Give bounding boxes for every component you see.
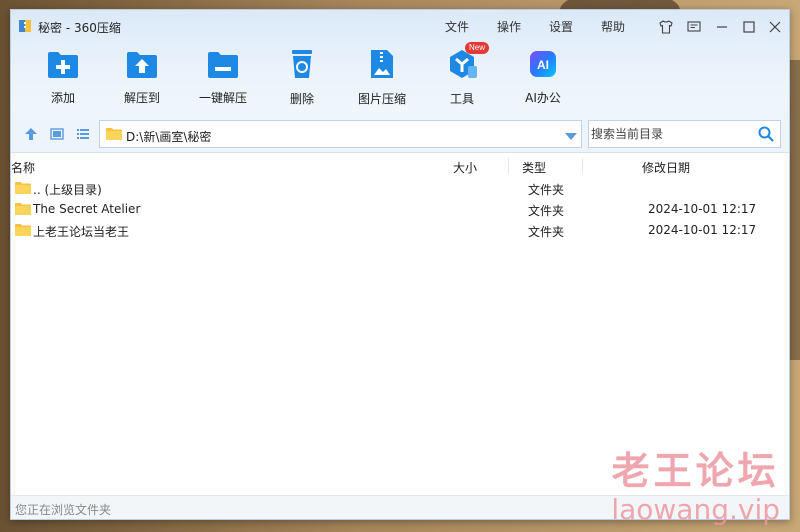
tools-icon: New [445, 42, 490, 80]
ai-office-icon: AI [526, 48, 560, 79]
delete-button[interactable]: 删除 [267, 48, 337, 106]
app-window: 秘密 - 360压缩 文件 操作 设置 帮助 添加 解压到 一键解压 删除 图片… [10, 9, 790, 520]
address-row: D:\新\画室\秘密 [11, 113, 789, 153]
file-modified: 2024-10-01 12:17 [648, 202, 757, 216]
image-compress-button[interactable]: 图片压缩 [347, 48, 417, 106]
tools-button[interactable]: New 工具 [427, 42, 497, 106]
tools-label: 工具 [449, 92, 474, 106]
menu-help[interactable]: 帮助 [601, 18, 625, 35]
file-type: 文件夹 [528, 225, 565, 239]
add-label: 添加 [50, 91, 75, 105]
list-item[interactable]: The Secret Atelier 文件夹 2024-10-01 12:17 [11, 199, 789, 220]
address-bar[interactable]: D:\新\画室\秘密 [99, 120, 582, 148]
skin-shirt-icon[interactable] [656, 17, 676, 37]
column-type[interactable]: 类型 [522, 159, 546, 176]
column-name[interactable]: 名称 [11, 159, 35, 176]
extract-to-button[interactable]: 解压到 [107, 48, 177, 106]
file-name: The Secret Atelier [33, 202, 141, 216]
file-name: 上老王论坛当老王 [33, 225, 130, 239]
extract-to-icon [125, 48, 159, 79]
file-modified: 2024-10-01 12:17 [648, 223, 757, 237]
up-arrow-icon[interactable] [23, 126, 39, 142]
add-icon [46, 48, 80, 79]
one-click-extract-label: 一键解压 [198, 91, 247, 105]
folder-icon [15, 202, 31, 219]
window-title: 秘密 - 360压缩 [38, 21, 121, 35]
search-input[interactable] [591, 126, 751, 142]
folder-icon [15, 223, 31, 240]
status-text: 您正在浏览文件夹 [15, 503, 112, 517]
file-type: 文件夹 [528, 204, 565, 218]
ai-office-label: AI办公 [525, 91, 561, 105]
new-badge: New [465, 42, 490, 54]
menu-file[interactable]: 文件 [445, 18, 469, 35]
delete-label: 删除 [289, 92, 314, 106]
address-dropdown-icon[interactable] [565, 130, 577, 144]
file-list: .. (上级目录) 文件夹 The Secret Atelier 文件夹 202… [11, 178, 789, 496]
column-divider[interactable] [508, 158, 509, 174]
status-bar: 您正在浏览文件夹 [11, 495, 789, 519]
feedback-icon[interactable] [684, 17, 704, 37]
column-divider[interactable] [582, 158, 583, 174]
one-click-extract-icon [206, 48, 240, 79]
add-button[interactable]: 添加 [28, 48, 98, 106]
menu-settings[interactable]: 设置 [549, 18, 573, 35]
file-list-header: 名称 大小 类型 修改日期 [11, 154, 789, 178]
extract-to-label: 解压到 [123, 91, 160, 105]
maximize-icon[interactable] [739, 17, 759, 37]
search-box [588, 120, 781, 148]
title-bar: 秘密 - 360压缩 文件 操作 设置 帮助 [11, 10, 789, 44]
list-view-icon[interactable] [75, 126, 91, 142]
image-compress-label: 图片压缩 [357, 92, 406, 106]
column-size[interactable]: 大小 [453, 159, 477, 176]
app-logo-icon [19, 19, 33, 33]
list-item[interactable]: 上老王论坛当老王 文件夹 2024-10-01 12:17 [11, 220, 789, 241]
minimize-icon[interactable] [712, 17, 732, 37]
folder-icon [15, 181, 31, 198]
file-type: 文件夹 [528, 183, 565, 197]
search-icon[interactable] [758, 126, 774, 145]
menu-operate[interactable]: 操作 [497, 18, 521, 35]
ai-office-button[interactable]: AI AI办公 [508, 48, 578, 106]
address-path: D:\新\画室\秘密 [126, 130, 212, 144]
thumbnail-view-icon[interactable] [49, 126, 65, 142]
one-click-extract-button[interactable]: 一键解压 [188, 48, 258, 106]
header-area: 秘密 - 360压缩 文件 操作 设置 帮助 添加 解压到 一键解压 删除 图片… [11, 10, 789, 113]
file-name: .. (上级目录) [33, 183, 102, 197]
delete-icon [285, 48, 319, 80]
ai-icon-text: AI [537, 58, 549, 72]
folder-icon [106, 127, 122, 144]
toolbar: 添加 解压到 一键解压 删除 图片压缩 New 工具 AI AI办公 [11, 42, 789, 108]
image-compress-icon [365, 48, 399, 80]
column-modified[interactable]: 修改日期 [642, 159, 690, 176]
list-item-parent[interactable]: .. (上级目录) 文件夹 [11, 178, 789, 199]
close-icon[interactable] [765, 17, 785, 37]
